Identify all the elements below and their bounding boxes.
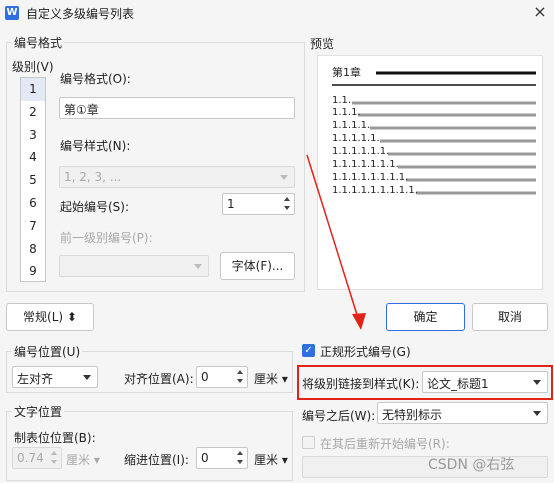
indent-position-input[interactable]: 0 (196, 447, 248, 469)
ok-button[interactable]: 确定 (386, 303, 465, 331)
restart-numbering-checkbox[interactable] (302, 436, 315, 449)
normal-toggle-button[interactable]: 常规(L) ⬍ (6, 303, 94, 331)
text-position-group (6, 411, 293, 481)
indent-position-label: 缩进位置(I): (124, 453, 189, 467)
after-number-label: 编号之后(W): (302, 409, 376, 423)
expand-toggle-icon: ⬍ (66, 310, 77, 324)
text-position-title: 文字位置 (12, 403, 65, 420)
multilevel-list-dialog: W 自定义多级编号列表 × 编号格式 级别(V) 1 2 3 4 5 6 7 8… (0, 0, 554, 483)
indent-unit-select[interactable]: 厘米 ▾ (254, 451, 288, 468)
cancel-button[interactable]: 取消 (472, 303, 548, 331)
chevron-down-icon (533, 411, 541, 416)
tab-position-input[interactable]: 0.74 (12, 447, 62, 469)
align-position-input[interactable]: 0 (196, 366, 248, 388)
annotation-highlight-box (297, 365, 553, 400)
after-number-select[interactable]: 无特别标示 (377, 402, 548, 424)
number-position-title: 编号位置(U) (12, 343, 83, 360)
chevron-down-icon (83, 375, 91, 380)
tab-unit-select[interactable]: 厘米 ▾ (66, 451, 100, 468)
tab-position-label: 制表位位置(B): (14, 431, 96, 445)
align-unit-select[interactable]: 厘米 ▾ (254, 370, 288, 387)
align-position-stepper[interactable] (234, 368, 246, 386)
legal-style-label: 正规形式编号(G) (320, 345, 411, 359)
legal-style-checkbox[interactable]: ✓ (302, 344, 315, 357)
alignment-select[interactable]: 左对齐 (12, 366, 98, 388)
restart-numbering-label: 在其后重新开始编号(R): (320, 437, 450, 451)
tab-position-stepper[interactable] (48, 449, 60, 467)
align-position-label: 对齐位置(A): (124, 372, 194, 386)
indent-position-stepper[interactable] (234, 449, 246, 467)
watermark: CSDN @右弦 (428, 457, 515, 473)
